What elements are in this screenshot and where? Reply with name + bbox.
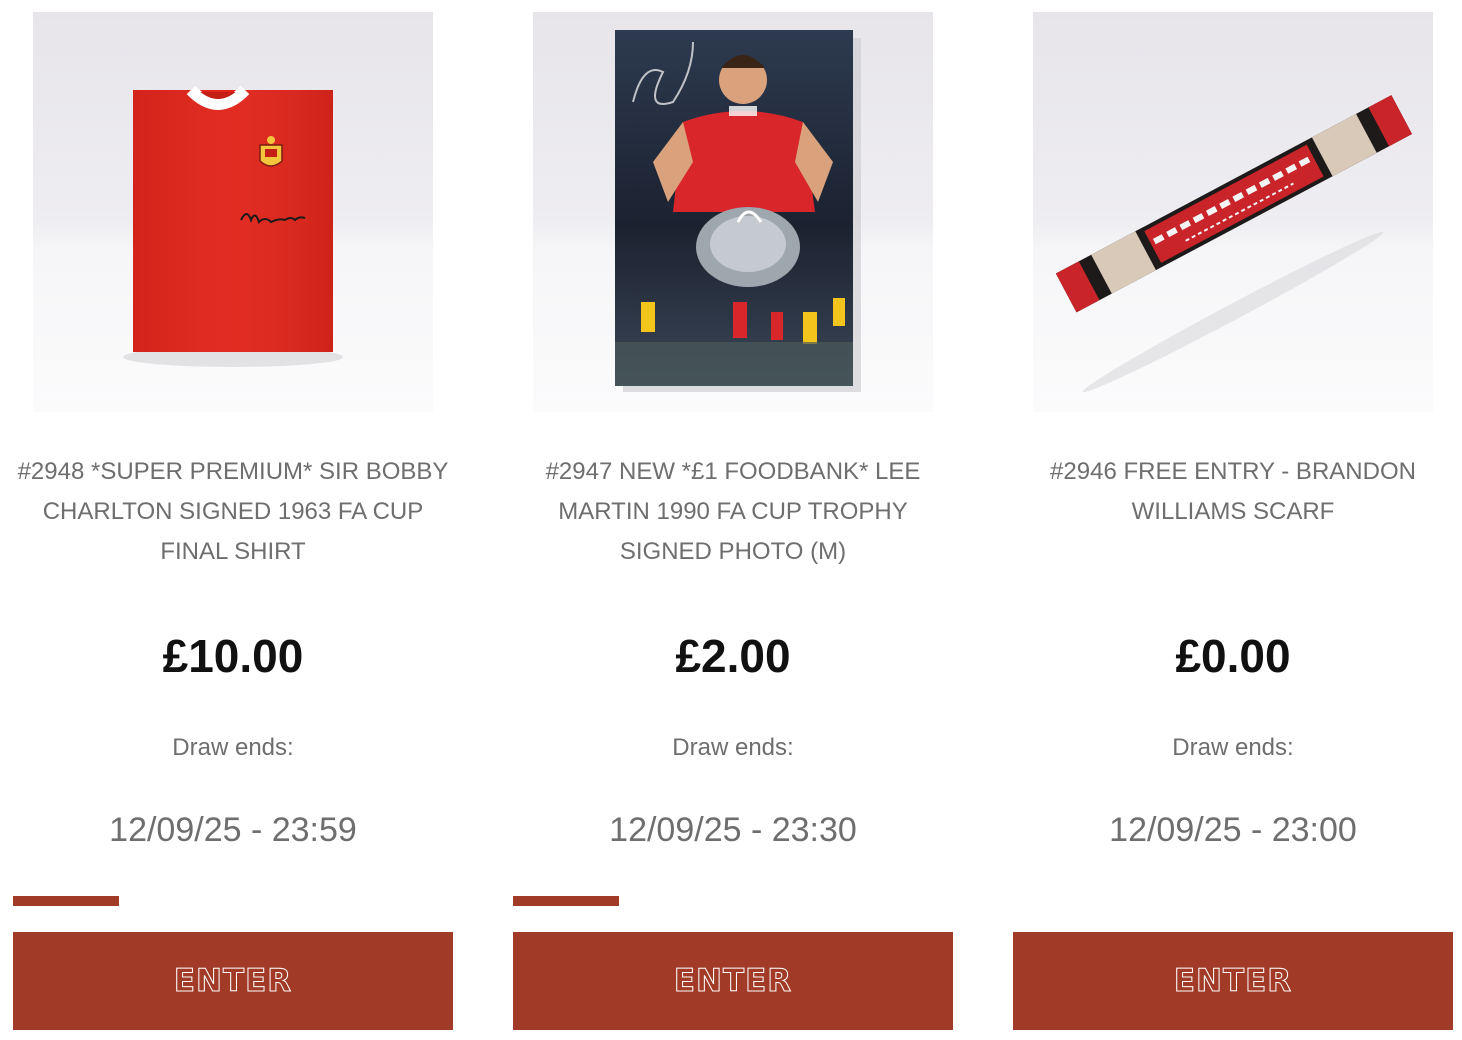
enter-button[interactable]: ENTER bbox=[1013, 932, 1453, 1030]
draw-ends-label: Draw ends: bbox=[172, 734, 294, 761]
signed-photo-image[interactable] bbox=[533, 12, 933, 412]
draw-ends-label: Draw ends: bbox=[672, 734, 794, 761]
tickets-sold-progress-bar bbox=[13, 896, 453, 906]
enter-button-label: ENTER bbox=[673, 963, 793, 1000]
competition-card: #2947 NEW *£1 FOODBANK* LEE MARTIN 1990 … bbox=[513, 0, 953, 1040]
competition-card: #2948 *SUPER PREMIUM* SIR BOBBY CHARLTON… bbox=[13, 0, 453, 1040]
enter-button[interactable]: ENTER bbox=[513, 932, 953, 1030]
enter-button-label: ENTER bbox=[1173, 963, 1293, 1000]
ticket-price: £2.00 bbox=[675, 630, 791, 682]
draw-ends-datetime: 12/09/25 - 23:30 bbox=[609, 811, 857, 849]
progress-fill bbox=[13, 896, 119, 906]
tickets-sold-progress-bar bbox=[513, 896, 953, 906]
enter-button[interactable]: ENTER bbox=[13, 932, 453, 1030]
draw-ends-label: Draw ends: bbox=[1172, 734, 1294, 761]
draw-ends-datetime: 12/09/25 - 23:59 bbox=[109, 811, 357, 849]
ticket-price: £10.00 bbox=[162, 630, 304, 682]
competition-card: #2946 FREE ENTRY - BRANDON WILLIAMS SCAR… bbox=[1013, 0, 1453, 1040]
ticket-price: £0.00 bbox=[1175, 630, 1291, 682]
enter-button-label: ENTER bbox=[173, 963, 293, 1000]
competition-title[interactable]: #2946 FREE ENTRY - BRANDON WILLIAMS SCAR… bbox=[1013, 452, 1453, 532]
signed-red-shirt-image[interactable] bbox=[33, 12, 433, 412]
competition-title[interactable]: #2947 NEW *£1 FOODBANK* LEE MARTIN 1990 … bbox=[513, 452, 953, 572]
scarf-image[interactable] bbox=[1033, 12, 1433, 412]
competition-title[interactable]: #2948 *SUPER PREMIUM* SIR BOBBY CHARLTON… bbox=[13, 452, 453, 572]
tickets-sold-progress-bar bbox=[1013, 896, 1453, 906]
progress-fill bbox=[513, 896, 619, 906]
draw-ends-datetime: 12/09/25 - 23:00 bbox=[1109, 811, 1357, 849]
